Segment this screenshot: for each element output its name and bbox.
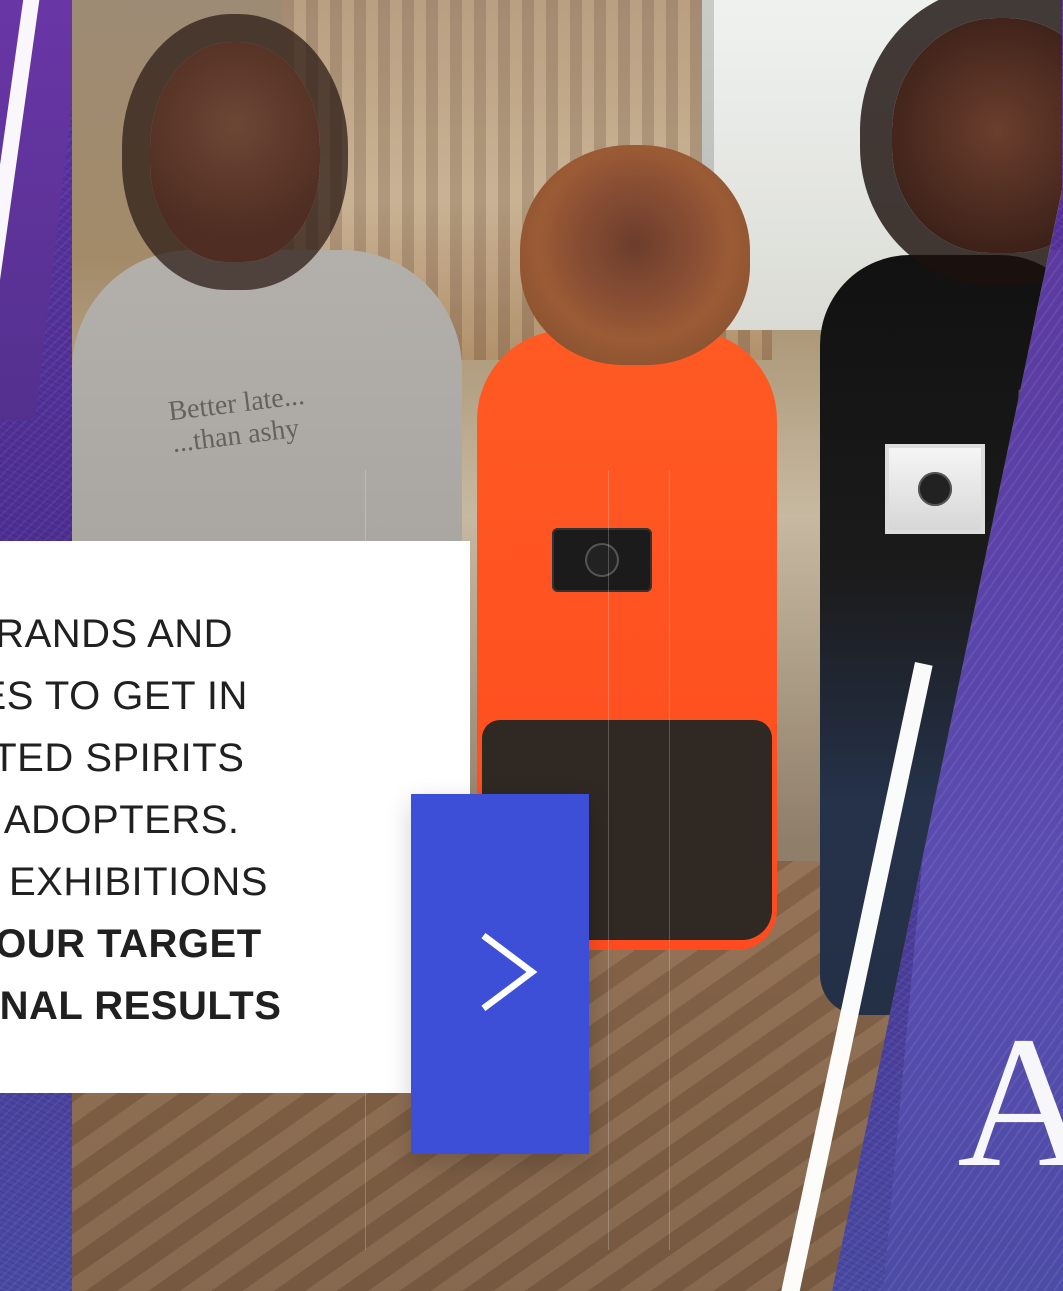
content-line-6: YOUR TARGET <box>0 922 262 966</box>
faint-guide-line <box>669 470 670 1250</box>
content-line-3: ATED SPIRITS <box>0 736 245 780</box>
next-slide-card <box>411 794 589 1154</box>
award-box-right <box>885 444 985 534</box>
content-card: BRANDS AND IES TO GET IN ATED SPIRITS Y … <box>0 541 470 1093</box>
decorative-letter: A <box>957 997 1063 1206</box>
person-center-head <box>520 145 750 365</box>
content-line-1: BRANDS AND <box>0 612 234 656</box>
faint-guide-line <box>608 470 609 1250</box>
chevron-right-icon <box>481 932 538 1012</box>
hero-section: Better late... ...than ashy A BRANDS AND… <box>0 0 1063 1291</box>
award-box-center <box>552 528 652 592</box>
content-line-2: IES TO GET IN <box>0 674 248 718</box>
content-line-4: Y ADOPTERS. <box>0 798 240 842</box>
person-left-head <box>150 42 320 262</box>
content-line-5: D EXHIBITIONS <box>0 860 268 904</box>
next-slide-button[interactable] <box>411 794 589 1154</box>
content-line-7: ONAL RESULTS <box>0 984 282 1028</box>
